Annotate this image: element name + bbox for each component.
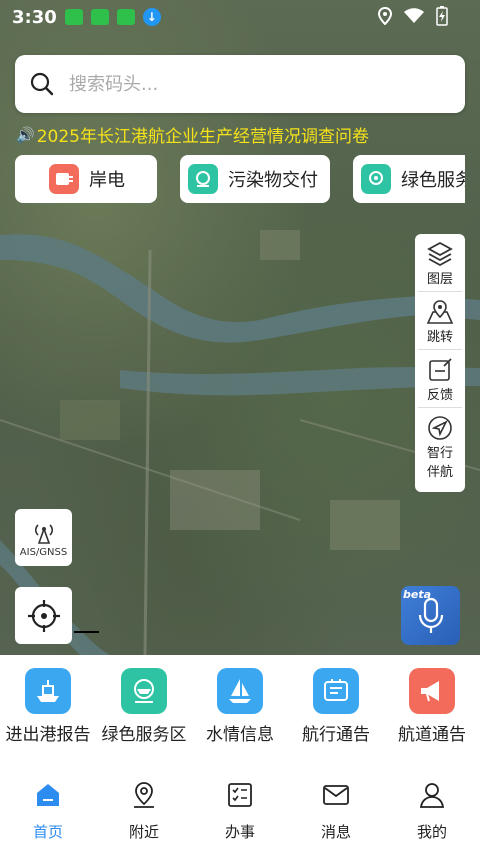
services-row: 进出港报告 绿色服务区 水情信息 航行通告 航道通告	[0, 655, 480, 755]
map-pin-icon	[426, 300, 454, 324]
chip-shore-power[interactable]: 岸电	[15, 155, 157, 203]
tab-label: 附近	[128, 823, 159, 841]
tab-home[interactable]: 首页	[0, 770, 96, 855]
microphone-icon	[418, 597, 443, 633]
service-channel-notice[interactable]: 航道通告	[384, 655, 480, 755]
tab-tasks[interactable]: 办事	[192, 770, 288, 855]
tab-label: 消息	[320, 823, 351, 841]
status-bar: 3:30 ↓	[0, 0, 480, 34]
tab-nearby[interactable]: 附近	[96, 770, 192, 855]
search-icon	[30, 72, 54, 96]
service-green-area[interactable]: 绿色服务区	[96, 655, 192, 755]
service-label: 绿色服务区	[101, 725, 187, 745]
mail-icon	[323, 785, 349, 805]
service-navigation-notice[interactable]: 航行通告	[288, 655, 384, 755]
chip-label: 岸电	[89, 170, 125, 191]
wifi-icon	[404, 8, 424, 23]
ais-gnss-button[interactable]: AIS/GNSS	[15, 509, 72, 566]
voice-assistant-button[interactable]: beta	[401, 586, 460, 645]
tasks-icon	[228, 783, 252, 807]
feedback-icon	[429, 358, 452, 381]
user-icon	[419, 783, 445, 808]
tab-profile[interactable]: 我的	[384, 770, 480, 855]
chip-label: 绿色服务	[401, 170, 465, 191]
status-time: 3:30	[12, 6, 57, 28]
beta-badge: beta	[403, 588, 432, 601]
tab-messages[interactable]: 消息	[288, 770, 384, 855]
bottom-tab-bar: 首页 附近 办事 消息 我的	[0, 770, 480, 855]
notice-text: 2025年长江港航企业生产经营情况调查问卷	[36, 127, 369, 147]
tool-jump[interactable]: 跳转	[418, 292, 462, 350]
tool-layers[interactable]: 图层	[418, 234, 462, 292]
download-icon: ↓	[142, 8, 161, 26]
location-status-icon	[378, 7, 392, 25]
chip-green-service[interactable]: 绿色服务	[353, 155, 465, 203]
notice-board-icon	[313, 668, 359, 714]
service-label: 水情信息	[206, 725, 274, 745]
search-input[interactable]	[67, 72, 431, 96]
service-port-report[interactable]: 进出港报告	[0, 655, 96, 755]
tab-label: 我的	[416, 823, 447, 841]
tool-label: 智行伴航	[426, 446, 453, 480]
tool-label: 反馈	[426, 388, 453, 403]
location-icon	[134, 782, 154, 808]
antenna-icon	[34, 524, 53, 544]
tool-label: 跳转	[426, 330, 453, 345]
map-tools-panel: 图层 跳转 反馈 智行伴航	[415, 234, 465, 492]
notice-marquee[interactable]: 🔊 2025年长江港航企业生产经营情况调查问卷	[16, 122, 369, 148]
notification-app-icon	[64, 9, 83, 25]
sailboat-icon	[217, 668, 263, 714]
tab-label: 办事	[224, 823, 255, 841]
tool-feedback[interactable]: 反馈	[418, 350, 462, 408]
ais-label: AIS/GNSS	[19, 547, 68, 558]
notification-app-icon	[90, 9, 109, 25]
pollution-icon	[188, 164, 218, 194]
power-plug-icon	[49, 164, 79, 194]
layers-icon	[427, 241, 453, 267]
tool-label: 图层	[426, 272, 453, 287]
search-bar[interactable]	[15, 55, 465, 113]
tool-smart-navigation[interactable]: 智行伴航	[418, 408, 462, 484]
green-service-icon	[361, 164, 391, 194]
notification-app-icon	[116, 9, 135, 25]
chip-label: 污染物交付	[228, 170, 318, 191]
service-water-info[interactable]: 水情信息	[192, 655, 288, 755]
locate-button[interactable]	[15, 587, 72, 644]
map-scale-bar	[74, 631, 99, 633]
chip-pollution-delivery[interactable]: 污染物交付	[180, 155, 330, 203]
service-label: 进出港报告	[5, 725, 91, 745]
service-label: 航道通告	[398, 725, 466, 745]
home-icon	[37, 784, 59, 806]
battery-icon	[436, 6, 448, 26]
service-label: 航行通告	[302, 725, 370, 745]
tab-label: 首页	[32, 823, 63, 841]
green-ship-icon	[121, 668, 167, 714]
navigation-icon	[428, 416, 452, 440]
crosshair-icon	[27, 599, 60, 632]
megaphone-icon	[409, 668, 455, 714]
speaker-icon: 🔊	[16, 125, 35, 144]
quick-chips: 岸电 污染物交付 绿色服务	[15, 155, 465, 203]
ship-report-icon	[25, 668, 71, 714]
